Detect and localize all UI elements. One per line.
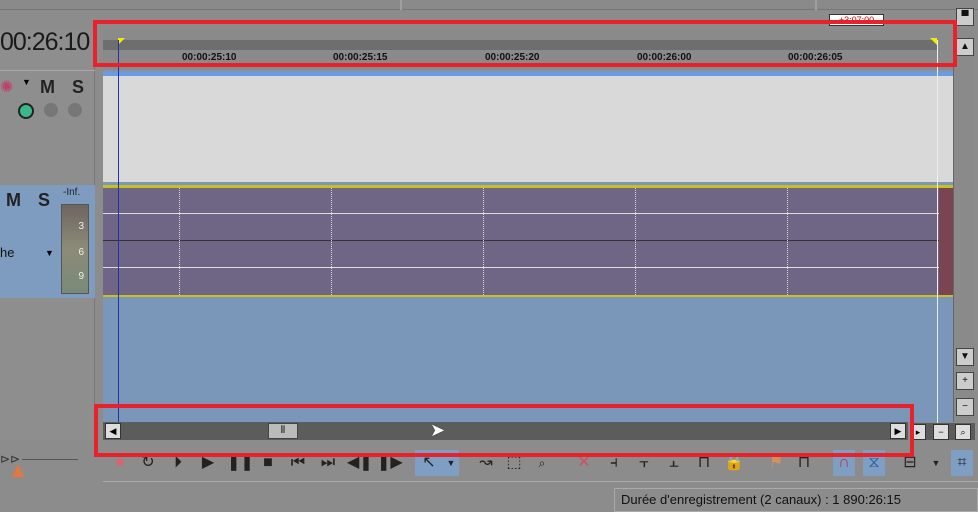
loop-end-marker[interactable]: [930, 38, 937, 45]
ruler-tick-label: 00:00:25:15: [333, 52, 388, 63]
trim-icon[interactable]: ⫞: [603, 450, 625, 476]
zoom-button[interactable]: ▸: [910, 424, 926, 440]
video-track-lane[interactable]: [103, 72, 953, 182]
scroll-up-button[interactable]: ▲: [956, 38, 974, 56]
scroll-down-button[interactable]: ▼: [956, 348, 974, 366]
solo-button[interactable]: S: [72, 77, 84, 98]
ripple-edit-icon[interactable]: ⊟: [899, 450, 921, 476]
top-info-strip: [0, 0, 978, 10]
playhead-cursor[interactable]: [118, 40, 119, 425]
zoom-out-button[interactable]: −: [933, 424, 949, 440]
selection-tool-icon[interactable]: ⬚: [503, 450, 525, 476]
meter-mark: 3: [78, 221, 84, 232]
zoom-controls: ▸ − ⌕: [910, 423, 975, 440]
trim-end-icon[interactable]: ⫠: [663, 450, 685, 476]
marker-icon[interactable]: ⚑: [765, 450, 787, 476]
transport-toolbar: ● ↻ ⏵ ▶ ❚❚ ■ ⏮ ⏭ ◀❚ ❚▶ ↖ ▼ ↝ ⬚ ⌕ ✕ ⫞ ⫟ ⫠…: [103, 444, 978, 482]
zoom-tool-button[interactable]: ⌕: [955, 424, 971, 440]
horizontal-scrollbar[interactable]: ◀ ⦀ ▶: [103, 422, 908, 440]
scroll-left-button[interactable]: ◀: [105, 423, 121, 439]
lock-envelopes-icon[interactable]: ⌗: [951, 450, 973, 476]
rate-slider-handle[interactable]: [12, 464, 24, 477]
chevron-down-icon[interactable]: ▼: [925, 450, 947, 476]
next-frame-icon[interactable]: ❚▶: [377, 450, 403, 476]
normal-edit-tool-icon[interactable]: ↖: [415, 450, 443, 476]
chevron-down-icon[interactable]: ▼: [45, 248, 54, 258]
parent-motion-icon[interactable]: [44, 103, 58, 117]
ruler-tick-label: 00:00:25:20: [485, 52, 540, 63]
mute-button[interactable]: M: [40, 77, 55, 98]
meter-mark: 6: [78, 247, 84, 258]
track-name-partial[interactable]: he: [0, 245, 14, 260]
audio-track-lane[interactable]: [103, 185, 953, 297]
child-motion-icon[interactable]: [68, 103, 82, 117]
trim-start-icon[interactable]: ⫟: [633, 450, 655, 476]
previous-frame-icon[interactable]: ◀❚: [347, 450, 373, 476]
vertical-scrollbar[interactable]: ▀ ▲ ▼ + −: [953, 8, 975, 422]
meter-peak-label: -Inf.: [63, 187, 81, 198]
delete-icon[interactable]: ✕: [573, 450, 595, 476]
scroll-thumb[interactable]: ⦀: [268, 423, 298, 439]
ruler-tick-label: 00:00:25:10: [182, 52, 237, 63]
ruler-tick-label: 00:00:26:05: [788, 52, 843, 63]
chevron-down-icon[interactable]: ▼: [443, 450, 459, 476]
zoom-out-button[interactable]: −: [956, 398, 974, 416]
timecode-display: 00:26:10: [0, 28, 90, 56]
status-bar-recording-duration: Durée d'enregistrement (2 canaux) : 1 89…: [614, 488, 978, 512]
snapping-icon[interactable]: ∩: [833, 450, 855, 476]
time-ruler[interactable]: [103, 30, 953, 70]
meter-mark: 9: [78, 271, 84, 282]
zoom-in-button[interactable]: +: [956, 372, 974, 390]
loop-start-marker[interactable]: [118, 38, 125, 45]
split-icon[interactable]: ⊓: [693, 450, 715, 476]
record-icon[interactable]: ●: [109, 450, 131, 476]
mouse-pointer-icon: ➤: [430, 420, 446, 440]
marker-label: +3:07:00: [829, 14, 884, 26]
chevron-down-icon[interactable]: ▼: [22, 77, 31, 87]
go-to-start-icon[interactable]: ⏮: [287, 450, 309, 476]
marker-icon[interactable]: ▀: [956, 8, 974, 26]
pause-icon[interactable]: ❚❚: [227, 450, 254, 476]
audio-level-meter: 3 6 9: [61, 204, 89, 294]
gear-icon[interactable]: ✺: [0, 77, 13, 97]
play-from-start-icon[interactable]: ⏵: [167, 450, 189, 476]
ruler-tick-label: 00:00:26:00: [637, 52, 692, 63]
go-to-end-icon[interactable]: ⏭: [317, 450, 339, 476]
stop-icon[interactable]: ■: [257, 450, 279, 476]
solo-button[interactable]: S: [38, 190, 50, 211]
scroll-right-button[interactable]: ▶: [890, 423, 906, 439]
loop-icon[interactable]: ↻: [137, 450, 159, 476]
compositing-icon[interactable]: [18, 103, 34, 119]
video-track-header: ✺ ▼ M S: [0, 70, 95, 182]
play-icon[interactable]: ▶: [197, 450, 219, 476]
playback-rate-slider[interactable]: [22, 459, 78, 460]
loop-region-bar[interactable]: [103, 40, 938, 50]
lock-icon[interactable]: 🔒: [723, 450, 745, 476]
loop-end-line: [937, 40, 938, 425]
zoom-tool-icon[interactable]: ⌕: [531, 450, 553, 476]
mute-button[interactable]: M: [6, 190, 21, 211]
envelope-tool-icon[interactable]: ↝: [475, 450, 497, 476]
region-icon[interactable]: ⊓: [793, 450, 815, 476]
auto-crossfade-icon[interactable]: ⧖: [863, 450, 885, 476]
